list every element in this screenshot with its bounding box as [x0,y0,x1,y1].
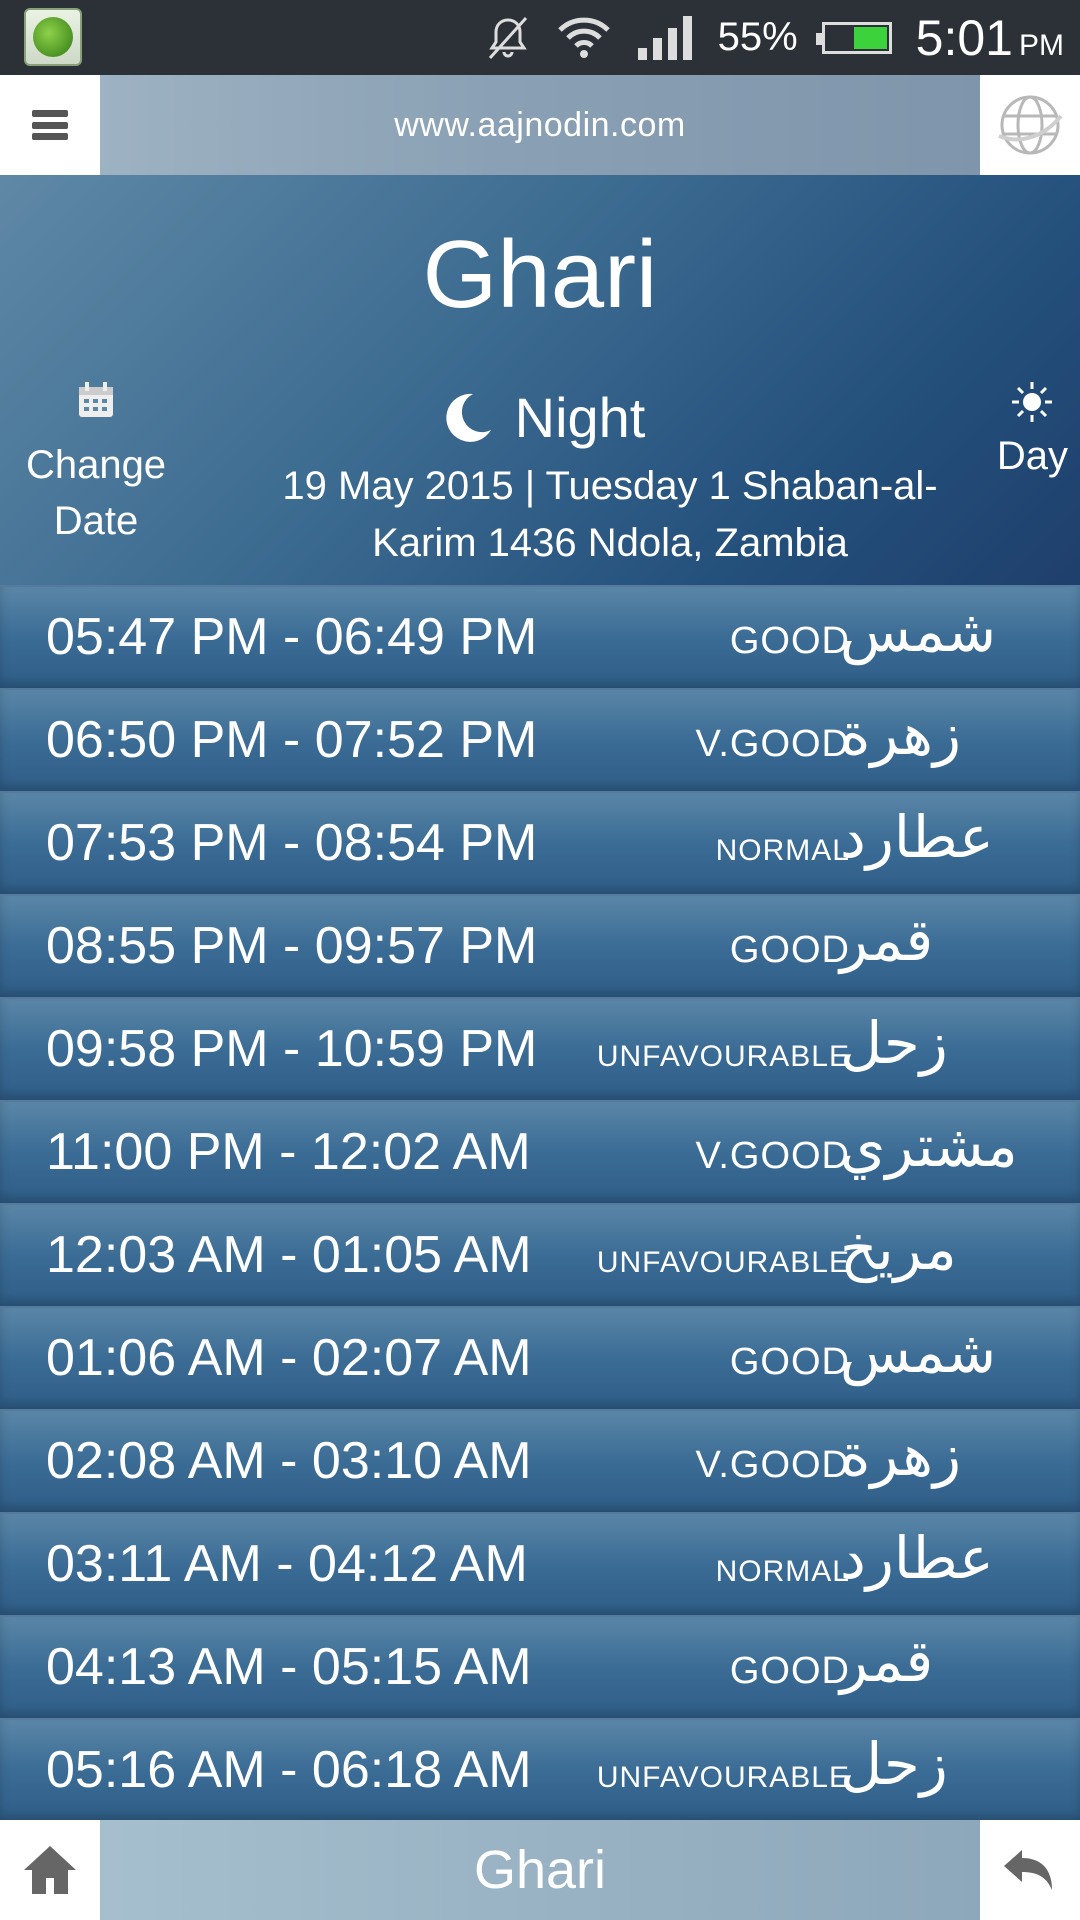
change-date-label-2: Date [53,499,139,543]
list-item[interactable]: 03:11 AM - 04:12 AM NORMAL عطارد [0,1512,1080,1615]
globe-button[interactable] [980,75,1080,175]
list-item[interactable]: 07:53 PM - 08:54 PM NORMAL عطارد [0,791,1080,894]
wifi-icon [557,17,610,58]
globe-icon [998,95,1063,155]
time-range: 04:13 AM - 05:15 AM [46,1638,532,1696]
rating: NORMAL [715,834,850,867]
time-range: 02:08 AM - 03:10 AM [46,1432,532,1490]
sun-icon [1012,382,1053,422]
rating: V.GOOD [695,1135,850,1177]
bell-muted-icon [488,16,527,59]
planet-name: شمس [840,597,997,665]
list-item[interactable]: 06:50 PM - 07:52 PM V.GOOD زهرة [0,688,1080,791]
rating: UNFAVOURABLE [596,1761,850,1794]
time-range: 03:11 AM - 04:12 AM [46,1535,528,1593]
status-bar: 55% 5:01 PM [0,0,1080,75]
ghari-list: 05:47 PM - 06:49 PM GOOD شمس 06:50 PM - 07… [0,585,1080,1821]
home-button[interactable] [0,1820,100,1920]
time-range: 09:58 PM - 10:59 PM [46,1020,538,1078]
site-url[interactable]: www.aajnodin.com [100,75,980,175]
battery-icon [815,21,892,54]
list-item[interactable]: 04:13 AM - 05:15 AM GOOD قمر [0,1615,1080,1718]
rating: GOOD [729,929,850,971]
page-title: Ghari [422,221,658,328]
list-item[interactable]: 05:47 PM - 06:49 PM GOOD شمس [0,585,1080,688]
planet-name: قمر [840,906,934,974]
clock: 5:01 PM [916,9,1064,67]
planet-name: مشتري [840,1112,1018,1180]
planet-name: مريخ [840,1215,957,1283]
home-icon [24,1846,76,1894]
time-range: 08:55 PM - 09:57 PM [46,917,538,975]
rating: V.GOOD [695,1444,850,1486]
crescent-moon-icon [445,393,491,442]
time-range: 11:00 PM - 12:02 AM [46,1123,531,1181]
clock-time: 5:01 [915,9,1013,66]
back-button[interactable] [980,1820,1080,1920]
mode-label: Night [514,386,646,449]
rating: NORMAL [715,1555,850,1588]
rating: GOOD [729,1341,850,1383]
time-range: 07:53 PM - 08:54 PM [46,814,538,872]
date-line-2: Karim 1436 Ndola, Zambia [372,521,848,565]
list-item[interactable]: 05:16 AM - 06:18 AM UNFAVOURABLE زحل [0,1718,1080,1821]
menu-button[interactable] [0,75,100,175]
status-indicators: 55% 5:01 PM [484,0,1064,75]
signal-icon [637,15,692,60]
rating: UNFAVOURABLE [596,1246,850,1279]
time-range: 12:03 AM - 01:05 AM [46,1226,532,1284]
mode-indicator: Night [0,385,1080,450]
planet-name: زحل [840,1730,948,1798]
planet-name: عطارد [840,1524,994,1592]
hamburger-menu-icon [32,110,68,140]
rating: V.GOOD [695,723,850,765]
planet-name: شمس [840,1318,997,1386]
list-item[interactable]: 08:55 PM - 09:57 PM GOOD قمر [0,894,1080,997]
back-arrow-icon [1004,1850,1052,1890]
time-range: 01:06 AM - 02:07 AM [46,1329,532,1387]
list-item[interactable]: 12:03 AM - 01:05 AM UNFAVOURABLE مريخ [0,1203,1080,1306]
rating: GOOD [729,620,850,662]
planet-name: زحل [840,1009,948,1077]
battery-percent: 55% [717,15,798,59]
date-line-1: 19 May 2015 | Tuesday 1 Shaban-al- [282,464,938,508]
planet-name: زهرة [840,700,961,768]
top-bar: www.aajnodin.com [0,75,1080,175]
date-info: 19 May 2015 | Tuesday 1 Shaban-al- Karim… [230,458,990,572]
planet-name: زهرة [840,1421,961,1489]
list-item[interactable]: 02:08 AM - 03:10 AM V.GOOD زهرة [0,1409,1080,1512]
time-range: 06:50 PM - 07:52 PM [46,711,538,769]
clock-suffix: PM [1019,28,1064,62]
planet-name: قمر [840,1627,934,1695]
list-item[interactable]: 01:06 AM - 02:07 AM GOOD شمس [0,1306,1080,1409]
bottom-title: Ghari [100,1820,980,1920]
day-button[interactable]: Day [997,380,1068,479]
time-range: 05:47 PM - 06:49 PM [46,608,538,666]
planet-name: عطارد [840,803,994,871]
bottom-bar: Ghari [0,1820,1080,1920]
time-range: 05:16 AM - 06:18 AM [46,1741,532,1799]
list-item[interactable]: 09:58 PM - 10:59 PM UNFAVOURABLE زحل [0,997,1080,1100]
page-header: Ghari Change Date Night 19 May 2015 | Tu… [0,175,1080,585]
day-label: Day [996,434,1068,478]
rating: UNFAVOURABLE [596,1040,850,1073]
rating: GOOD [729,1650,850,1692]
list-item[interactable]: 11:00 PM - 12:02 AM V.GOOD مشتري [0,1100,1080,1203]
app-logo-icon [24,8,82,66]
